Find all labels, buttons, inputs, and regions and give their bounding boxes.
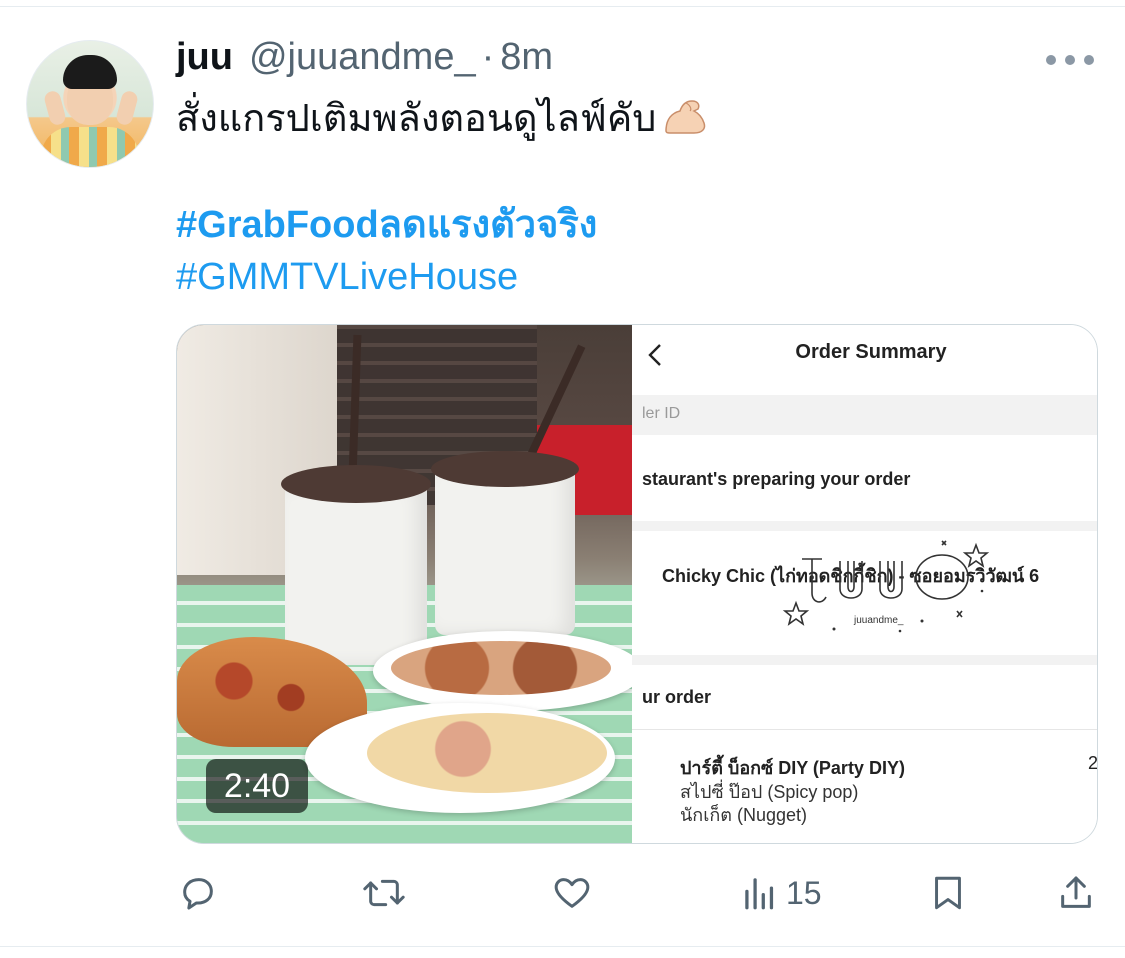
order-summary-screenshot: Order Summary ler ID staurant's preparin… [632,325,1097,843]
retweet-button[interactable] [362,868,406,918]
reply-icon [183,878,213,910]
reply-button[interactable] [178,868,218,918]
tweet-timestamp[interactable]: 8m [500,36,553,79]
signature-text: juuandme_ [853,615,904,626]
video-thumbnail[interactable]: 2:40 [177,325,632,843]
your-order-label: ur order [642,687,712,707]
more-options-icon[interactable] [1046,50,1094,70]
separator-dot: · [481,36,495,78]
top-divider [0,6,1125,7]
views-count: 15 [786,874,822,911]
author-name[interactable]: juu [176,36,233,79]
bookmark-button[interactable] [930,868,966,918]
views-button[interactable]: 15 [742,868,822,918]
tweet-text-line: สั่งแกรปเติมพลังตอนดูไลฟ์คับ [176,98,657,140]
avatar[interactable] [26,40,154,168]
heart-icon [554,878,590,908]
order-id-label: ler ID [642,405,681,422]
order-status: staurant's preparing your order [642,469,911,489]
author-handle[interactable]: @juuandme_ [249,36,476,79]
share-icon [1061,876,1091,908]
analytics-icon [745,878,774,910]
like-button[interactable] [552,868,592,918]
retweet-icon [363,879,405,907]
video-duration-badge: 2:40 [206,759,308,813]
order-item-quantity: 2 [1088,753,1098,773]
order-summary-title: Order Summary [795,341,947,363]
tweet-actions: 15 [176,868,1096,918]
hashtag-grabfood[interactable]: #GrabFoodลดแรงตัวจริง [176,202,597,248]
bookmark-icon [935,876,961,910]
tweet-header: juu @juuandme_ · 8m [176,36,553,84]
flexed-biceps-icon [665,100,706,134]
bottom-divider [0,946,1125,947]
media-container[interactable]: 2:40 Order Summary ler ID staurant's pre… [176,324,1098,844]
share-button[interactable] [1056,868,1096,918]
order-item-option: นักเก็ต (Nugget) [680,805,807,825]
juu-signature-stamp: juuandme_ [782,540,990,633]
tweet-text: สั่งแกรปเติมพลังตอนดูไลฟ์คับ [176,96,710,142]
hashtag-gmmtv[interactable]: #GMMTVLiveHouse [176,254,518,300]
